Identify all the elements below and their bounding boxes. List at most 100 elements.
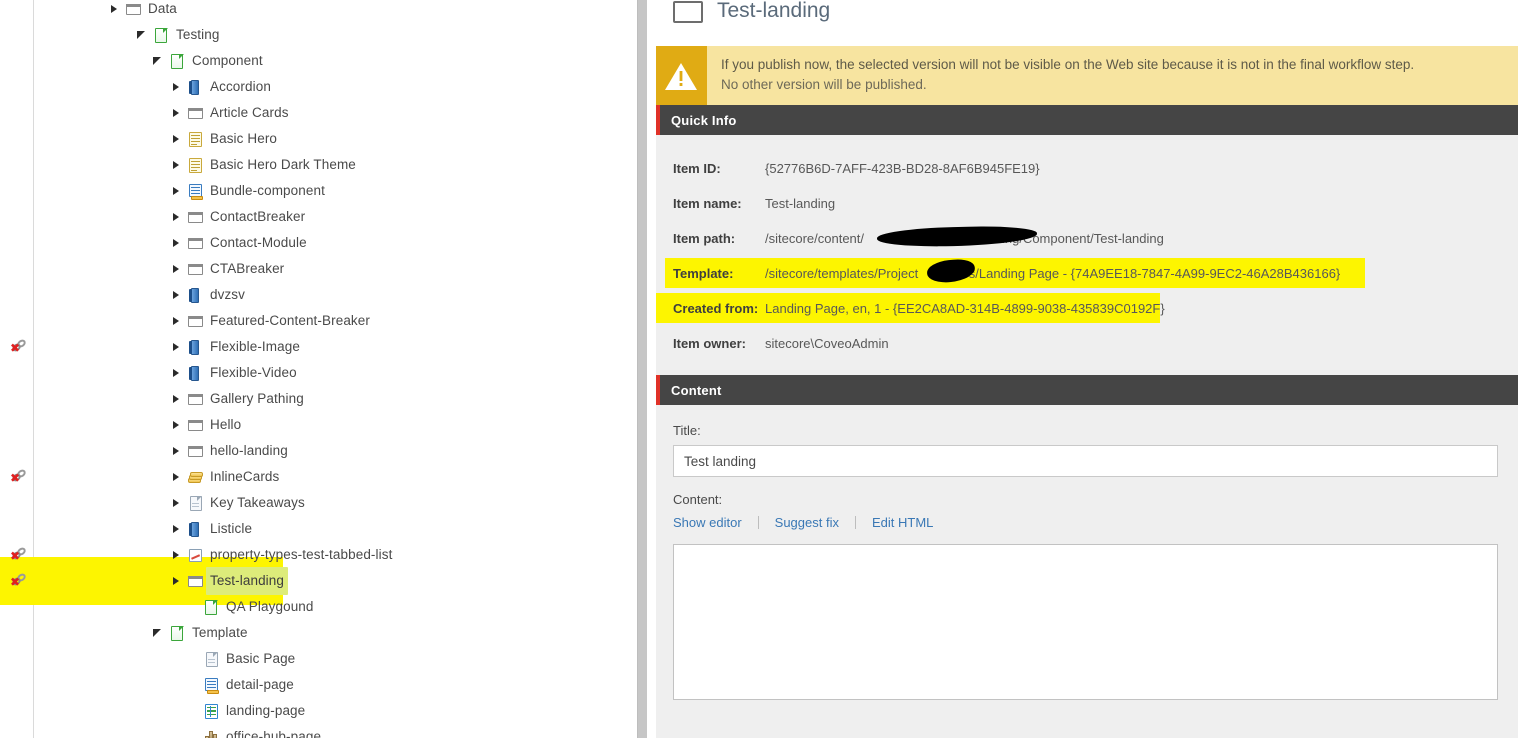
green-page-icon: [203, 599, 220, 616]
tree-expander-collapsed-icon[interactable]: [170, 367, 182, 379]
page-title: Test-landing: [717, 0, 831, 22]
tree-item-property-types-test-tabbed-list[interactable]: ✖ property-types-test-tabbed-list: [0, 542, 637, 568]
item-editor-panel: Test-landing If you publish now, the sel…: [655, 0, 1518, 738]
tree-item-label: Bundle-component: [210, 183, 325, 198]
tree-item-contactbreaker[interactable]: ContactBreaker: [0, 204, 637, 230]
title-field-label: Title:: [673, 423, 701, 438]
tree-item-template[interactable]: Template: [0, 620, 637, 646]
tree-item-label: Gallery Pathing: [210, 391, 304, 406]
tree-expander-collapsed-icon[interactable]: [170, 81, 182, 93]
tree-item-basic-hero[interactable]: Basic Hero: [0, 126, 637, 152]
rect-icon: [187, 261, 204, 278]
tree-expander-collapsed-icon[interactable]: [170, 133, 182, 145]
tree-item-label: CTABreaker: [210, 261, 285, 276]
tree-expander-collapsed-icon[interactable]: [170, 445, 182, 457]
tree-item-inlinecards[interactable]: ✖ InlineCards: [0, 464, 637, 490]
show-editor-link[interactable]: Show editor: [673, 515, 742, 530]
splitter-inner: [647, 0, 656, 738]
tree-item-label: dvzsv: [210, 287, 246, 302]
tree-item-qa-playgound[interactable]: QA Playgound: [0, 594, 637, 620]
tree-item-data[interactable]: Data: [0, 0, 637, 22]
tree-item-contact-module[interactable]: Contact-Module: [0, 230, 637, 256]
tree-item-accordion[interactable]: Accordion: [0, 74, 637, 100]
yellow-doc-icon: [187, 157, 204, 174]
quick-info-value: {52776B6D-7AFF-423B-BD28-8AF6B945FE19}: [765, 161, 1040, 176]
quick-info-label: Item ID:: [673, 161, 721, 176]
tree-selection-highlight: Test-landing: [206, 567, 288, 595]
tree-item-office-hub-page[interactable]: office-hub-page: [0, 724, 637, 738]
tree-item-hello[interactable]: Hello: [0, 412, 637, 438]
rect-icon: [187, 443, 204, 460]
tree-item-gallery-pathing[interactable]: Gallery Pathing: [0, 386, 637, 412]
warning-line-1: If you publish now, the selected version…: [721, 57, 1415, 72]
tree-item-dvzsv[interactable]: dvzsv: [0, 282, 637, 308]
content-rich-text-area[interactable]: [673, 544, 1498, 700]
grid-doc-icon: [203, 703, 220, 720]
tree-expander-collapsed-icon[interactable]: [170, 185, 182, 197]
green-page-icon: [153, 27, 170, 44]
tree-item-basic-page[interactable]: Basic Page: [0, 646, 637, 672]
tree-item-hello-landing[interactable]: hello-landing: [0, 438, 637, 464]
tree-item-landing-page[interactable]: landing-page: [0, 698, 637, 724]
tree-expander-collapsed-icon[interactable]: [170, 211, 182, 223]
tree-expander-collapsed-icon[interactable]: [170, 575, 182, 587]
tree-item-flexible-video[interactable]: Flexible-Video: [0, 360, 637, 386]
sitecore-content-editor: Data Testing Component Accordion Article Car…: [0, 0, 1518, 738]
book-icon: [187, 521, 204, 538]
tree-item-test-landing[interactable]: ✖ Test-landing: [0, 567, 637, 595]
tree-expander-expanded-icon[interactable]: [152, 55, 164, 67]
title-input[interactable]: [673, 445, 1498, 477]
tree-item-flexible-image[interactable]: ✖ Flexible-Image: [0, 334, 637, 360]
tree-expander-collapsed-icon[interactable]: [170, 549, 182, 561]
action-separator-2: [854, 515, 856, 529]
tree-item-label: Featured-Content-Breaker: [210, 313, 370, 328]
tree-item-testing[interactable]: Testing: [0, 22, 637, 48]
tree-item-bundle-component[interactable]: Bundle-component: [0, 178, 637, 204]
quick-info-section-title: Quick Info: [671, 112, 737, 128]
tree-expander-collapsed-icon[interactable]: [170, 237, 182, 249]
rect-icon: [187, 391, 204, 408]
quick-info-label: Item name:: [673, 196, 742, 211]
warning-text: If you publish now, the selected version…: [707, 46, 1428, 105]
quick-info-row: Item path:/sitecore/content/ /Home/Testi…: [655, 221, 1518, 256]
suggest-fix-link[interactable]: Suggest fix: [775, 515, 839, 530]
rect-icon: [187, 573, 204, 590]
tree-expander-collapsed-icon[interactable]: [170, 315, 182, 327]
tree-item-ctabreaker[interactable]: CTABreaker: [0, 256, 637, 282]
tree-expander-collapsed-icon[interactable]: [170, 341, 182, 353]
tree-item-basic-hero-dark-theme[interactable]: Basic Hero Dark Theme: [0, 152, 637, 178]
quick-info-value: Test-landing: [765, 196, 836, 211]
tree-expander-collapsed-icon[interactable]: [170, 289, 182, 301]
tree-item-label: Article Cards: [210, 105, 289, 120]
tree-expander-collapsed-icon[interactable]: [170, 107, 182, 119]
tree-item-featured-content-breaker[interactable]: Featured-Content-Breaker: [0, 308, 637, 334]
quick-info-row: Item name: Test-landing: [655, 186, 1518, 221]
tree-expander-expanded-icon[interactable]: [136, 29, 148, 41]
tree-expander-collapsed-icon[interactable]: [170, 159, 182, 171]
yellow-doc-icon: [187, 131, 204, 148]
rect-icon: [125, 1, 142, 18]
tree-expander-collapsed-icon[interactable]: [170, 263, 182, 275]
tree-item-key-takeaways[interactable]: Key Takeaways: [0, 490, 637, 516]
rect-icon: [187, 105, 204, 122]
edit-html-link[interactable]: Edit HTML: [872, 515, 933, 530]
tree-item-label: Basic Hero Dark Theme: [210, 157, 356, 172]
rect-icon: [187, 209, 204, 226]
tree-item-label: Basic Hero: [210, 131, 278, 146]
tree-expander-expanded-icon[interactable]: [152, 627, 164, 639]
tree-expander-collapsed-icon[interactable]: [170, 471, 182, 483]
panel-splitter[interactable]: [637, 0, 656, 738]
quick-info-value: /sitecore/templates/Project ages/Landing…: [765, 266, 1341, 281]
tree-item-listicle[interactable]: Listicle: [0, 516, 637, 542]
tree-item-detail-page[interactable]: detail-page: [0, 672, 637, 698]
tree-expander-collapsed-icon[interactable]: [170, 419, 182, 431]
tree-expander-collapsed-icon[interactable]: [170, 497, 182, 509]
tree-item-article-cards[interactable]: Article Cards: [0, 100, 637, 126]
tree-expander-collapsed-icon[interactable]: [170, 393, 182, 405]
tree-expander-collapsed-icon[interactable]: [108, 3, 120, 15]
tree-item-component[interactable]: Component: [0, 48, 637, 74]
tree-expander-collapsed-icon[interactable]: [170, 523, 182, 535]
rect-icon: [187, 235, 204, 252]
tree-expander-none-icon: [186, 731, 198, 738]
doc-icon: [203, 651, 220, 668]
